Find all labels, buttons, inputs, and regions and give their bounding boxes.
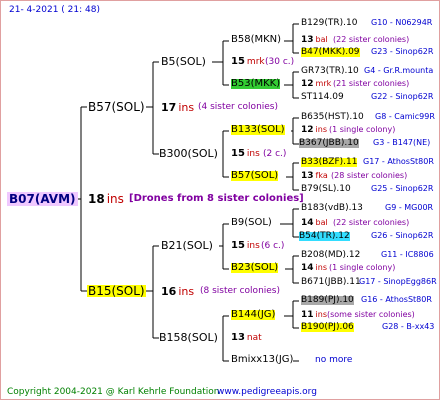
gen4-info-2: G23 - Sinop62R [371,47,434,56]
gen3-queen-3[interactable]: B133(SOL) [231,125,285,135]
date-stamp: 21- 4-2021 ( 21: 48) [9,5,100,15]
gen4-info-12: G17 - SinopEgg86R [359,277,437,286]
gen3-queen-8[interactable]: Bmixx13(JG) [231,355,293,365]
root-note: [Drones from 8 sister colonies] [129,193,304,204]
gen3-queen-5[interactable]: B9(SOL) [231,218,272,228]
root-queen[interactable]: B07(AVM) [7,192,78,206]
gen1-note-2: (8 sister colonies) [200,286,281,296]
gen3-note-6: (1 single colony) [329,263,396,272]
gen2-queen-2[interactable]: B300(SOL) [159,148,218,159]
gen3-note-4: (28 sister colonies) [331,171,408,180]
gen2-note-2: (2 c.) [263,149,287,159]
gen3-note-3: (1 single colony) [329,125,396,134]
gen4-queen-8[interactable]: B79(SL).10 [301,185,351,194]
gen4-info-7: G17 - AthosSt80R [363,157,434,166]
gen4-info-4: G22 - Sinop62R [371,92,434,101]
gen1-queen-2[interactable]: B15(SOL) [87,285,146,297]
gen1-queen-1[interactable]: B57(SOL) [88,101,145,113]
gen4-queen-13[interactable]: B189(PJ).10 [301,296,354,305]
gen2-ins-4: 13 nat [231,332,262,343]
gen2-note-3: (6 c.) [261,241,285,251]
site-link[interactable]: www.pedigreeapis.org [217,388,317,397]
gen4-info-9: G9 - MG00R [385,203,434,212]
gen4-queen-1[interactable]: B129(TR).10 [301,19,357,28]
gen4-info-1: G10 - N06294R [371,18,433,27]
gen4-queen-5[interactable]: B635(HST).10 [301,113,364,122]
gen2-note-1: (30 c.) [265,57,295,67]
gen4-info-8: G25 - Sinop62R [371,184,434,193]
gen3-ins-3: 12 ins [301,125,327,135]
gen4-info-10: G26 - Sinop62R [371,231,434,240]
gen4-queen-2[interactable]: B47(MKK).09 [301,48,360,57]
gen4-info-6: G3 - B147(NE) [373,138,431,147]
gen3-ins-2: 12 mrk [301,79,332,89]
gen4-info-14: G28 - B-xx43 [382,322,435,331]
gen3-ins-1: 13 bal [301,35,328,45]
gen2-ins-2: 15 ins [231,148,260,159]
gen2-queen-3[interactable]: B21(SOL) [161,240,213,251]
gen3-note-2: (21 sister colonies) [333,79,410,88]
copyright-text: Copyright 2004-2021 @ Karl Kehrle Founda… [7,387,220,397]
gen1-note-1: (4 sister colonies) [198,102,279,112]
gen4-info-5: G8 - Camic99R [375,112,435,121]
gen3-note-7: (some sister colonies) [327,310,415,319]
gen4-queen-11[interactable]: B208(MD).12 [301,251,360,260]
gen4-queen-7[interactable]: B33(BZF).11 [301,158,358,167]
gen4-queen-9[interactable]: B183(vdB).13 [301,204,363,213]
gen4-info-3: G4 - Gr.R.mounta [364,66,434,75]
gen1-ins-2: 16 ins [161,285,195,298]
gen1-ins-1: 17 ins [161,101,195,114]
gen2-ins-1: 15 mrk [231,56,265,67]
gen4-info-11: G11 - IC8806 [381,250,434,259]
gen3-ins-7: 11 ins [301,310,327,320]
gen3-queen-1[interactable]: B58(MKN) [231,35,281,45]
gen3-note-1: (22 sister colonies) [333,35,410,44]
gen3-note-5: (22 sister colonies) [333,218,410,227]
gen3-note-8: no more [315,355,353,365]
gen2-ins-3: 15 ins [231,240,260,251]
gen3-queen-7[interactable]: B144(JG) [231,310,276,320]
gen2-queen-1[interactable]: B5(SOL) [161,56,206,67]
gen3-queen-6[interactable]: B23(SOL) [231,263,279,273]
gen3-ins-6: 14 ins [301,263,327,273]
gen4-queen-3[interactable]: GR73(TR).10 [301,67,359,76]
gen4-info-13: G16 - AthosSt80R [361,295,432,304]
gen2-queen-4[interactable]: B158(SOL) [159,332,218,343]
gen3-ins-5: 14 bal [301,218,328,228]
gen4-queen-4[interactable]: ST114.09 [301,93,344,102]
pedigree-frame: 21- 4-2021 ( 21: 48) Copyright 2004-2021… [0,0,440,400]
gen4-queen-14[interactable]: B190(PJ).06 [301,323,354,332]
gen4-queen-6[interactable]: B367(JBB).10 [299,139,359,148]
gen4-queen-10[interactable]: B54(TR).12 [299,232,350,241]
root-ins: 18 ins [88,192,124,206]
gen3-queen-2[interactable]: B53(MKK) [231,79,281,89]
gen3-ins-4: 13 fka [301,171,328,181]
gen3-queen-4[interactable]: B57(SOL) [231,171,279,181]
gen4-queen-12[interactable]: B671(JBB).11 [301,278,361,287]
